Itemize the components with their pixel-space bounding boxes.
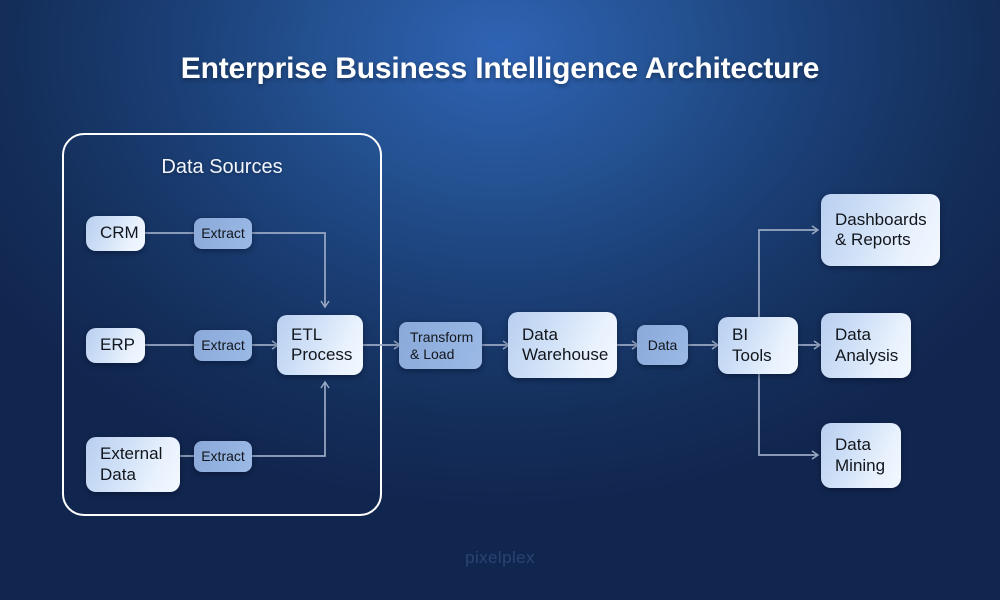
wire-extract-external-etl: [252, 383, 326, 457]
connector-layer: [145, 225, 822, 460]
node-bi-tools[interactable]: BI Tools: [718, 317, 798, 374]
node-dashboards-reports[interactable]: Dashboards & Reports: [821, 194, 940, 266]
node-erp[interactable]: ERP: [86, 328, 145, 363]
node-etl-process[interactable]: ETL Process: [277, 315, 363, 375]
node-data-mining[interactable]: Data Mining: [821, 423, 901, 488]
watermark: pixelplex: [465, 548, 535, 567]
node-extract-crm[interactable]: Extract: [194, 218, 252, 249]
node-data-analysis[interactable]: Data Analysis: [821, 313, 911, 378]
node-external-data[interactable]: External Data: [86, 437, 180, 492]
wire-bitools-mining: [758, 374, 817, 456]
node-extract-external[interactable]: Extract: [194, 441, 252, 472]
node-crm[interactable]: CRM: [86, 216, 145, 251]
wire-extract-crm-etl: [252, 232, 326, 306]
node-extract-erp[interactable]: Extract: [194, 330, 252, 361]
node-data-warehouse[interactable]: Data Warehouse: [508, 312, 617, 378]
node-data[interactable]: Data: [637, 325, 688, 365]
wire-bitools-dashboards: [758, 229, 817, 317]
diagram-canvas: Enterprise Business Intelligence Archite…: [0, 0, 1000, 600]
node-transform-load[interactable]: Transform & Load: [399, 322, 482, 369]
